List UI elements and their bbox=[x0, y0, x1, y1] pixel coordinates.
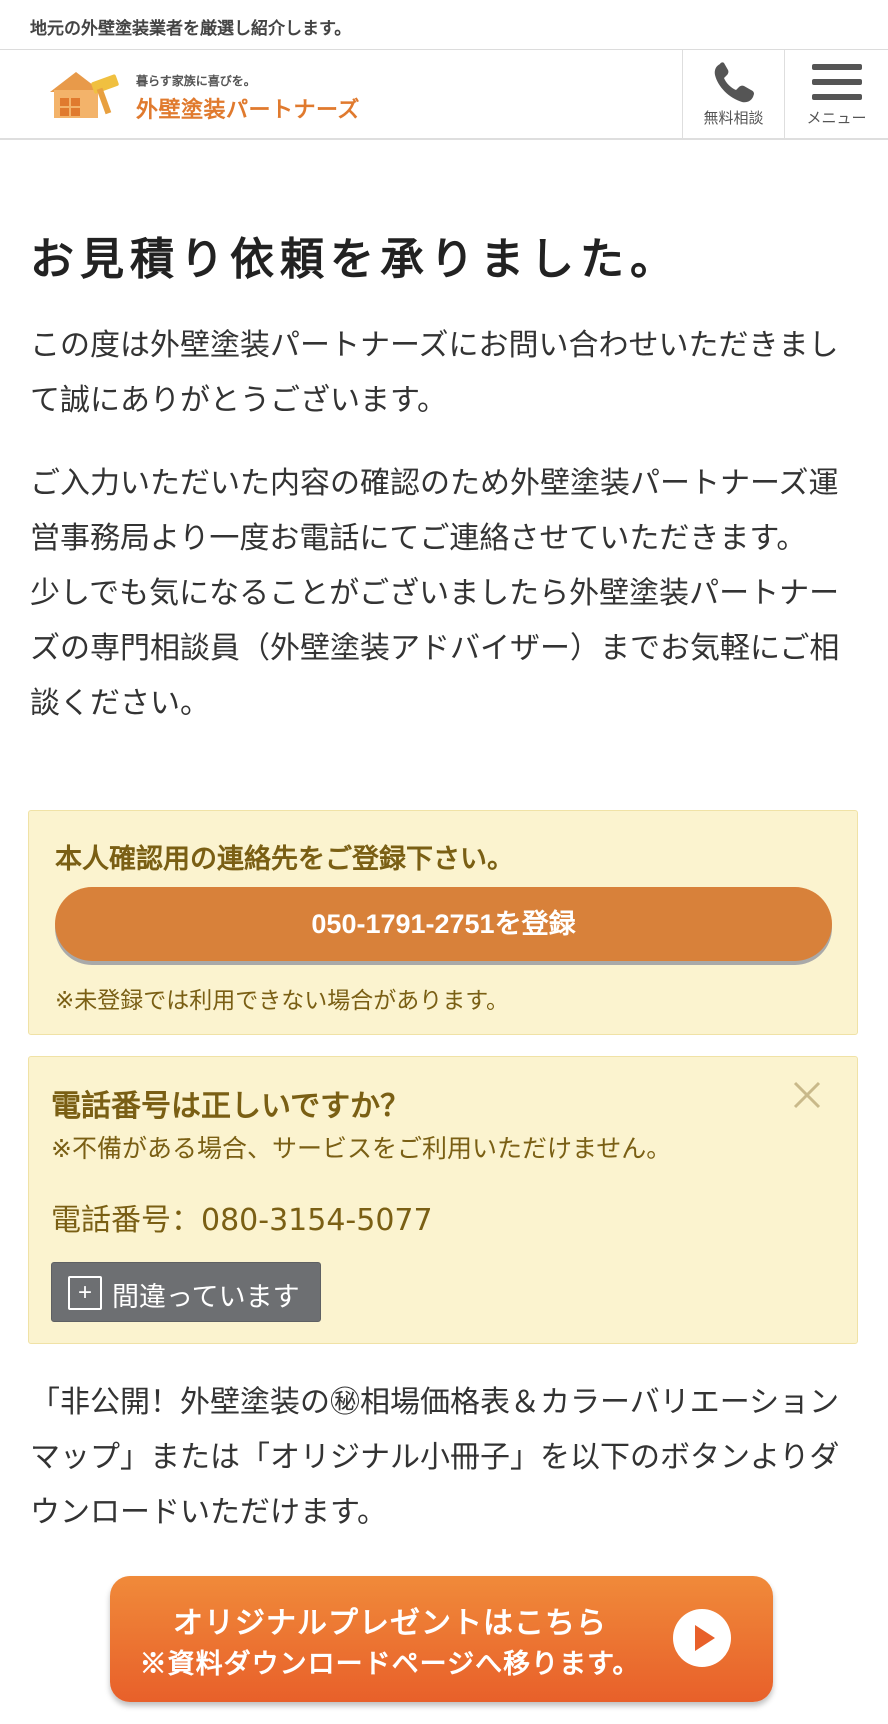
house-logo-icon bbox=[50, 72, 119, 118]
cta-main-label: オリジナルプレゼントはこちら bbox=[173, 1607, 607, 1640]
logo-name: 外壁塗装パートナーズ bbox=[136, 98, 360, 123]
page-title: お見積り依頼を承りました。 bbox=[30, 234, 680, 285]
download-text: 「非公開！外壁塗装の㊙相場価格表＆カラーバリエーションマップ」または「オリジナル… bbox=[30, 1385, 840, 1530]
wrong-number-button[interactable]: + 間違っています bbox=[51, 1262, 321, 1322]
play-icon bbox=[673, 1609, 731, 1667]
wrong-number-label: 間違っています bbox=[112, 1282, 300, 1312]
close-icon[interactable] bbox=[787, 1075, 827, 1115]
verification-title: 電話番号は正しいですか？ bbox=[51, 1089, 411, 1124]
contact-registration-box: 本人確認用の連絡先をご登録下さい。 050-1791-2751を登録 ※未登録で… bbox=[28, 810, 858, 1035]
original-present-button[interactable]: オリジナルプレゼントはこちら ※資料ダウンロードページへ移ります。 bbox=[110, 1576, 773, 1702]
cta-sub-label: ※資料ダウンロードページへ移ります。 bbox=[139, 1649, 641, 1679]
thanks-text: この度は外壁塗装パートナーズにお問い合わせいただきまして誠にありがとうございます… bbox=[30, 328, 839, 418]
thanks-paragraph: この度は外壁塗装パートナーズにお問い合わせいただきまして誠にありがとうございます… bbox=[30, 318, 860, 428]
hamburger-menu-icon bbox=[811, 64, 862, 100]
logo-tagline: 暮らす家族に喜びを。 bbox=[136, 74, 256, 88]
main-content: お見積り依頼を承りました。 この度は外壁塗装パートナーズにお問い合わせいただきま… bbox=[30, 232, 860, 731]
menu-button[interactable]: メニュー bbox=[784, 50, 888, 138]
download-paragraph: 「非公開！外壁塗装の㊙相場価格表＆カラーバリエーションマップ」または「オリジナル… bbox=[30, 1375, 860, 1540]
phone-verification-box: 電話番号は正しいですか？ ※不備がある場合、サービスをご利用いただけません。 電… bbox=[28, 1056, 858, 1344]
contact-paragraph: ご入力いただいた内容の確認のため外壁塗装パートナーズ運営事務局より一度お電話にて… bbox=[30, 456, 860, 731]
top-announcement-bar: 地元の外壁塗装業者を厳選し紹介します。 bbox=[0, 0, 888, 50]
site-logo[interactable]: 暮らす家族に喜びを。 外壁塗装パートナーズ bbox=[46, 68, 366, 124]
registration-note: ※未登録では利用できない場合があります。 bbox=[55, 988, 509, 1014]
plus-icon: + bbox=[68, 1276, 102, 1310]
menu-button-label: メニュー bbox=[806, 109, 867, 127]
phone-number-display: 電話番号：080-3154-5077 bbox=[51, 1203, 433, 1238]
advisor-text: 少しでも気になることがございましたら外壁塗装パートナーズの専門相談員（外壁塗装ア… bbox=[30, 576, 840, 721]
free-consultation-phone-button[interactable]: 無料相談 bbox=[682, 50, 784, 138]
register-contact-button[interactable]: 050-1791-2751を登録 bbox=[55, 887, 832, 961]
phone-icon bbox=[714, 62, 754, 103]
phone-button-label: 無料相談 bbox=[703, 109, 764, 127]
site-header: 暮らす家族に喜びを。 外壁塗装パートナーズ 無料相談 メニュー bbox=[0, 50, 888, 140]
registration-title: 本人確認用の連絡先をご登録下さい。 bbox=[55, 844, 514, 875]
announcement-text: 地元の外壁塗装業者を厳選し紹介します。 bbox=[30, 19, 352, 39]
contact-text: ご入力いただいた内容の確認のため外壁塗装パートナーズ運営事務局より一度お電話にて… bbox=[30, 466, 839, 556]
verification-subtitle: ※不備がある場合、サービスをご利用いただけません。 bbox=[51, 1134, 672, 1163]
